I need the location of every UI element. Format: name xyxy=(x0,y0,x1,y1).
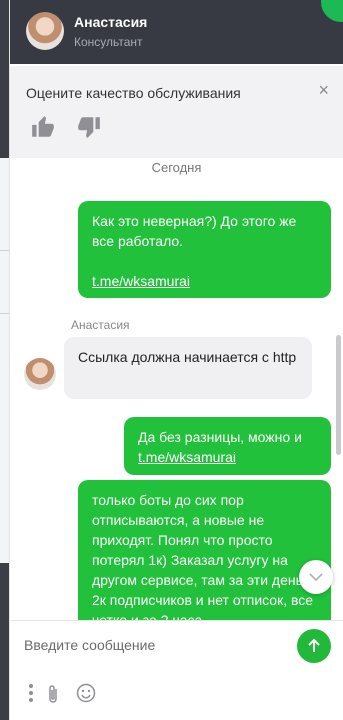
status-indicator xyxy=(321,0,343,22)
message-input[interactable] xyxy=(24,633,284,657)
arrow-up-icon xyxy=(308,638,320,652)
outgoing-message: только боты до сих пор отписываются, а н… xyxy=(78,480,331,630)
message-link[interactable]: t.me/wksamurai xyxy=(138,449,236,465)
chat-widget: Анастасия Консультант Оцените качество о… xyxy=(9,0,343,720)
incoming-message: Ссылка должна начинается с http xyxy=(64,337,312,399)
agent-role: Консультант xyxy=(74,35,143,49)
sender-avatar xyxy=(24,358,56,390)
rating-panel: Оцените качество обслуживания × xyxy=(10,66,343,158)
scrollbar[interactable] xyxy=(336,335,341,455)
send-button[interactable] xyxy=(297,629,331,663)
agent-name: Анастасия xyxy=(74,14,148,30)
scroll-down-button[interactable] xyxy=(299,560,333,594)
emoji-icon[interactable] xyxy=(76,683,96,708)
date-separator: Сегодня xyxy=(151,160,202,175)
thumb-down-icon[interactable] xyxy=(76,114,102,140)
rating-title: Оцените качество обслуживания xyxy=(26,85,241,101)
sender-name: Анастасия xyxy=(71,318,130,332)
chevron-down-icon xyxy=(309,573,323,582)
message-text: Как это неверная?) До этого же все работ… xyxy=(92,213,297,249)
outgoing-message: Как это неверная?) До этого же все работ… xyxy=(78,201,331,298)
message-composer xyxy=(10,620,343,720)
message-text: Да без разницы, можно и xyxy=(138,429,302,445)
chat-header: Анастасия Консультант xyxy=(10,0,343,64)
more-options-icon[interactable] xyxy=(28,683,34,708)
message-text: только боты до сих пор отписываются, а н… xyxy=(92,492,316,628)
close-icon[interactable]: × xyxy=(318,81,329,99)
outgoing-message: Да без разницы, можно и t.me/wksamurai xyxy=(124,417,331,475)
message-text: Ссылка должна начинается с http xyxy=(78,349,297,365)
attachment-icon[interactable] xyxy=(46,683,60,710)
message-link[interactable]: t.me/wksamurai xyxy=(92,273,190,289)
thumb-up-icon[interactable] xyxy=(30,114,56,140)
agent-avatar xyxy=(26,12,64,50)
